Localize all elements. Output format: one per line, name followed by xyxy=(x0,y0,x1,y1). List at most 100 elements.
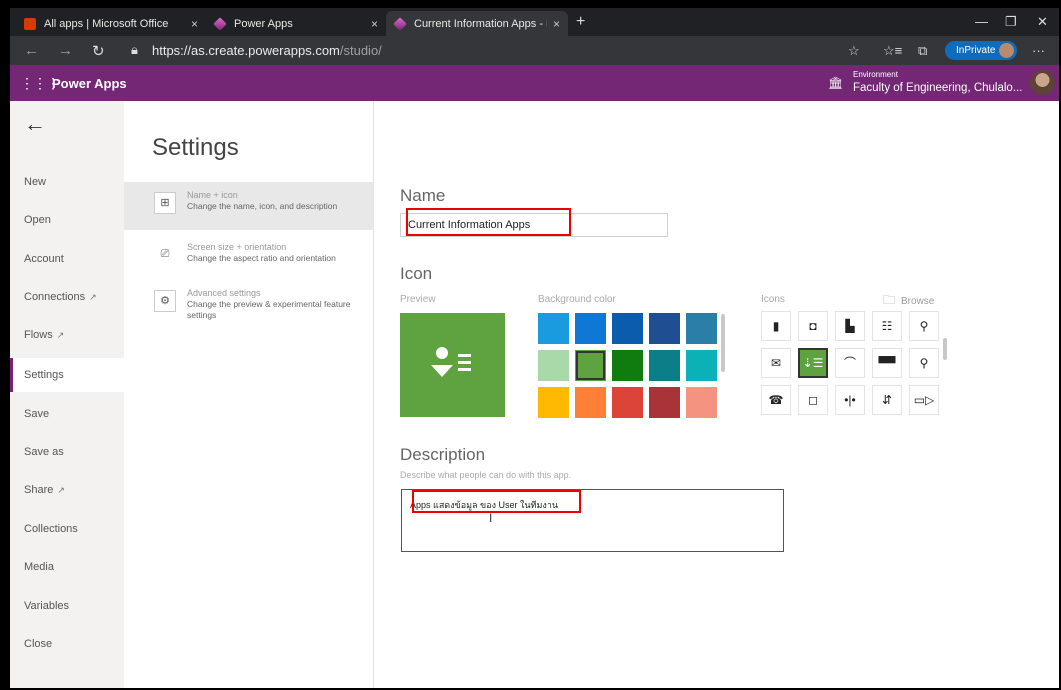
browser-tab-current[interactable]: Current Information Apps - Pow × xyxy=(386,11,568,36)
close-window-icon[interactable]: ✕ xyxy=(1037,14,1048,30)
settings-item-heading: Advanced settings xyxy=(187,288,261,298)
avatar[interactable] xyxy=(1030,70,1055,95)
settings-item-heading: Screen size + orientation xyxy=(187,242,287,252)
file-menu-nav: ← New Open Account Connections ↗ Flows ↗ S… xyxy=(10,101,124,688)
powerapps-icon xyxy=(213,16,227,31)
profile-icon xyxy=(999,43,1014,58)
environment-value[interactable]: Faculty of Engineering, Chulalo... xyxy=(853,82,1022,94)
refresh-icon[interactable]: ↻ xyxy=(92,42,105,60)
icon-option[interactable]: ☷ xyxy=(872,311,902,341)
close-tab-icon[interactable]: × xyxy=(191,17,198,31)
icon-option[interactable]: ✉ xyxy=(761,348,791,378)
nav-item-media[interactable]: Media xyxy=(10,550,124,584)
url-field[interactable]: https://as.create.powerapps.com/studio/ xyxy=(152,43,382,58)
description-hint: Describe what people can do with this ap… xyxy=(400,470,572,480)
nav-item-save-as[interactable]: Save as xyxy=(10,435,124,469)
restore-icon[interactable]: ❐ xyxy=(1005,14,1017,30)
nav-item-settings[interactable]: Settings xyxy=(10,358,124,392)
page-title: Settings xyxy=(152,134,239,161)
nav-label: Close xyxy=(24,638,53,650)
color-swatch[interactable] xyxy=(612,350,643,381)
nav-item-flows[interactable]: Flows ↗ xyxy=(10,318,124,352)
icon-option[interactable]: ▭▷ xyxy=(909,385,939,415)
forward-icon[interactable]: → xyxy=(58,42,73,59)
icon-option[interactable]: ◻ xyxy=(798,385,828,415)
settings-item-heading: Name + icon xyxy=(187,190,238,200)
close-tab-icon[interactable]: × xyxy=(371,17,378,31)
color-swatch[interactable] xyxy=(612,387,643,418)
nav-label: Save xyxy=(24,408,50,420)
settings-item-advanced[interactable]: ⚙ Advanced settings Change the preview &… xyxy=(124,280,374,328)
browse-button[interactable]: 🗀︎ Browse xyxy=(883,291,934,312)
back-icon[interactable]: ← xyxy=(24,42,39,59)
color-swatch[interactable] xyxy=(575,350,606,381)
grid-icon: ⊞ xyxy=(154,192,176,214)
icon-option[interactable]: ⌒ xyxy=(835,348,865,378)
color-swatch[interactable] xyxy=(538,350,569,381)
icon-option[interactable]: ▙ xyxy=(835,311,865,341)
new-tab-button[interactable]: + xyxy=(576,13,585,31)
color-swatch[interactable] xyxy=(686,313,717,344)
close-tab-icon[interactable]: × xyxy=(553,17,560,31)
nav-item-close[interactable]: Close xyxy=(10,627,124,661)
more-icon[interactable]: ··· xyxy=(1032,43,1045,58)
nav-item-share[interactable]: Share ↗ xyxy=(10,473,124,507)
icon-option[interactable]: ⚲ xyxy=(909,311,939,341)
external-link-icon: ↗ xyxy=(56,330,65,340)
tab-title: Power Apps xyxy=(234,17,293,30)
collections-icon[interactable]: ⧉ xyxy=(918,43,927,59)
color-swatch[interactable] xyxy=(612,313,643,344)
preview-label: Preview xyxy=(400,294,436,305)
color-swatch[interactable] xyxy=(575,313,606,344)
nav-item-collections[interactable]: Collections xyxy=(10,512,124,546)
icon-option[interactable]: ⚲ xyxy=(909,348,939,378)
nav-label: New xyxy=(24,176,47,188)
nav-item-new[interactable]: New xyxy=(10,165,124,199)
back-arrow-icon[interactable]: ← xyxy=(24,111,46,137)
nav-item-account[interactable]: Account xyxy=(10,242,124,276)
nav-label: Collections xyxy=(24,523,78,535)
settings-item-name-icon[interactable]: ⊞ Name + icon Change the name, icon, and… xyxy=(124,182,374,230)
icon-gallery-scrollbar[interactable] xyxy=(943,338,947,360)
color-swatch[interactable] xyxy=(686,350,717,381)
icon-option[interactable]: ☎ xyxy=(761,385,791,415)
star-icon[interactable]: ☆ xyxy=(848,43,860,59)
app-title[interactable]: Power Apps xyxy=(52,76,127,91)
app-window: All apps | Microsoft Office × Power Apps… xyxy=(10,8,1059,688)
address-bar: ← → ↻ 🔒︎ https://as.create.powerapps.com… xyxy=(10,36,1059,65)
description-label: Description xyxy=(400,445,486,464)
icon-option[interactable]: ▮ xyxy=(761,311,791,341)
color-swatch[interactable] xyxy=(575,387,606,418)
browser-tab-office[interactable]: All apps | Microsoft Office × xyxy=(16,11,206,36)
color-swatch[interactable] xyxy=(538,313,569,344)
color-swatch[interactable] xyxy=(649,313,680,344)
icon-option[interactable]: •|• xyxy=(835,385,865,415)
nav-item-variables[interactable]: Variables xyxy=(10,589,124,623)
highlight-annotation xyxy=(412,490,581,513)
browse-label: Browse xyxy=(901,296,935,307)
color-swatch[interactable] xyxy=(649,350,680,381)
inprivate-label: InPrivate xyxy=(956,45,996,56)
nav-item-open[interactable]: Open xyxy=(10,203,124,237)
icon-option[interactable]: ⇣☰ xyxy=(798,348,828,378)
icon-preview xyxy=(400,313,505,417)
settings-item-screen-size[interactable]: ⎚ Screen size + orientation Change the a… xyxy=(124,234,374,282)
environment-icon: 🏛︎ xyxy=(828,76,844,90)
nav-item-save[interactable]: Save xyxy=(10,397,124,431)
office-icon xyxy=(24,17,36,30)
nav-label: Media xyxy=(24,561,54,573)
color-swatch[interactable] xyxy=(538,387,569,418)
powerapps-header: ⋮⋮⋮ Power Apps 🏛︎ Environment Faculty of… xyxy=(10,65,1059,101)
inprivate-badge[interactable]: InPrivate xyxy=(945,41,1017,60)
icon-option[interactable]: ◘ xyxy=(798,311,828,341)
color-swatch[interactable] xyxy=(649,387,680,418)
powerapps-icon xyxy=(393,16,407,31)
minimize-icon[interactable]: — xyxy=(975,14,988,29)
icon-option[interactable]: ▀▀ xyxy=(872,348,902,378)
color-swatch[interactable] xyxy=(686,387,717,418)
nav-item-connections[interactable]: Connections ↗ xyxy=(10,280,124,314)
browser-tab-powerapps[interactable]: Power Apps × xyxy=(206,11,386,36)
color-palette-scrollbar[interactable] xyxy=(721,314,725,372)
icon-option[interactable]: ⇵ xyxy=(872,385,902,415)
favorites-icon[interactable]: ☆≡ xyxy=(883,43,902,59)
